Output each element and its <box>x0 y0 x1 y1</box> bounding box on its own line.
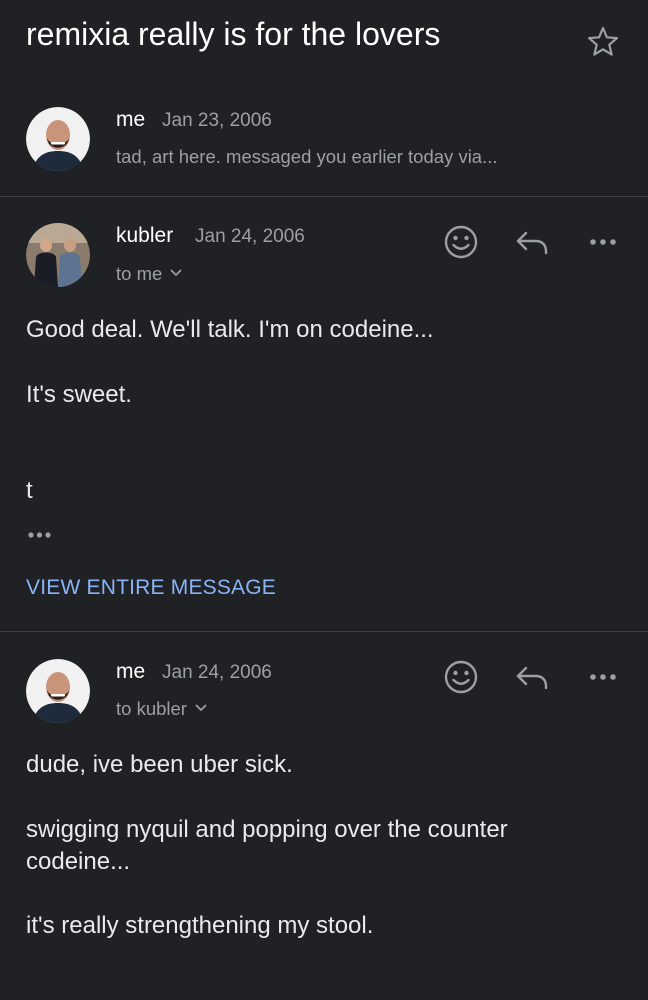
sender-name: me <box>116 660 146 683</box>
smiley-icon <box>444 225 478 259</box>
body-line: It's sweet. <box>26 381 132 408</box>
reply-button[interactable] <box>512 657 552 697</box>
recipients-toggle[interactable]: to me <box>116 263 182 285</box>
emoji-reaction-button[interactable] <box>441 657 481 697</box>
sender-name: kubler <box>116 224 174 247</box>
reply-arrow-icon <box>516 666 548 690</box>
recipients-label: to me <box>116 263 163 284</box>
body-line: t <box>26 477 33 504</box>
email-thread-view: remixia really is for the lovers me Jan … <box>0 0 648 1000</box>
divider <box>0 631 648 632</box>
smiley-icon <box>444 660 478 694</box>
view-entire-message-link[interactable]: VIEW ENTIRE MESSAGE <box>26 576 276 600</box>
message-snippet: tad, art here. messaged you earlier toda… <box>116 146 498 167</box>
recipients-toggle[interactable]: to kubler <box>116 698 207 720</box>
star-icon[interactable] <box>585 24 621 60</box>
avatar-kubler <box>26 223 90 287</box>
more-options-button[interactable] <box>583 657 623 697</box>
emoji-reaction-button[interactable] <box>441 222 481 262</box>
reply-button[interactable] <box>512 222 552 262</box>
message-date: Jan 24, 2006 <box>195 226 305 247</box>
body-line: dude, ive been uber sick. <box>26 751 293 778</box>
divider <box>0 196 648 197</box>
avatar-me <box>26 107 90 171</box>
chevron-down-icon <box>195 704 207 711</box>
reply-arrow-icon <box>516 231 548 255</box>
thread-subject: remixia really is for the lovers <box>26 16 441 52</box>
more-options-button[interactable] <box>583 222 623 262</box>
recipients-label: to kubler <box>116 698 187 719</box>
show-trimmed-content-button[interactable] <box>26 527 58 543</box>
message-date: Jan 24, 2006 <box>162 662 272 683</box>
body-line: codeine... <box>26 848 131 875</box>
sender-name: me <box>116 108 146 131</box>
body-line: Good deal. We'll talk. I'm on codeine... <box>26 316 434 343</box>
ellipsis-icon <box>28 532 51 538</box>
chevron-down-icon <box>170 269 182 276</box>
more-horizontal-icon <box>590 239 616 245</box>
avatar-me <box>26 659 90 723</box>
more-horizontal-icon <box>590 674 616 680</box>
body-line: swigging nyquil and popping over the cou… <box>26 816 508 843</box>
message-date: Jan 23, 2006 <box>162 110 272 131</box>
body-line: it's really strengthening my stool. <box>26 912 374 939</box>
